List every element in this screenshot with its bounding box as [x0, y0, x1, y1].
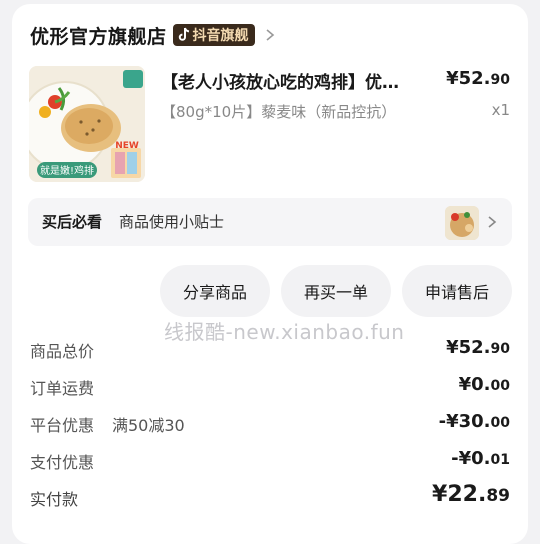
summary-value: -¥0.01 — [451, 448, 510, 469]
discount-rule: 满50减30 — [112, 416, 185, 435]
summary-platform-discount: 平台优惠 满50减30 -¥30.00 — [30, 411, 510, 436]
summary-goods-total: 商品总价 ¥52.90 — [30, 337, 510, 362]
summary-paid-total: 实付款 ¥22.89 — [30, 482, 510, 510]
summary-value: ¥22.89 — [432, 482, 510, 507]
tiktok-logo-icon — [178, 27, 189, 41]
chevron-right-icon[interactable] — [263, 28, 277, 42]
image-new-tag: NEW — [115, 141, 139, 151]
product-title[interactable]: 【老人小孩放心吃的鸡排】优… — [161, 68, 433, 93]
summary-value: ¥0.00 — [458, 374, 510, 395]
summary-value: -¥30.00 — [438, 411, 510, 432]
after-sale-button[interactable]: 申请售后 — [402, 265, 512, 317]
badge-label: 抖音旗舰 — [192, 28, 249, 44]
store-name[interactable]: 优形官方旗舰店 — [30, 22, 167, 49]
product-image[interactable]: 就是嫩!鸡排 NEW — [29, 66, 145, 182]
tips-title: 买后必看 — [42, 213, 103, 231]
tips-thumbnail — [445, 206, 479, 240]
summary-label: 平台优惠 — [30, 416, 95, 435]
product-quantity: x1 — [491, 101, 510, 119]
image-caption: 就是嫩!鸡排 — [40, 164, 94, 177]
tips-description: 商品使用小贴士 — [119, 213, 225, 231]
chevron-right-icon — [488, 216, 497, 228]
product-price: ¥52.90 — [446, 68, 510, 89]
product-spec: 【80g*10片】藜麦味（新品控抗） — [161, 103, 397, 121]
summary-shipping: 订单运费 ¥0.00 — [30, 374, 510, 399]
store-header[interactable]: 优形官方旗舰店 抖音旗舰 — [30, 20, 277, 50]
summary-payment-discount: 支付优惠 -¥0.01 — [30, 448, 510, 473]
summary-value: ¥52.90 — [446, 337, 510, 358]
store-badge: 抖音旗舰 — [172, 24, 255, 46]
share-product-button[interactable]: 分享商品 — [160, 265, 270, 317]
summary-label: 商品总价 — [30, 342, 95, 361]
summary-label: 实付款 — [30, 490, 79, 509]
summary-label: 订单运费 — [30, 379, 95, 398]
rebuy-button[interactable]: 再买一单 — [281, 265, 391, 317]
summary-label: 支付优惠 — [30, 453, 95, 472]
tips-bar[interactable]: 买后必看 商品使用小贴士 — [28, 198, 512, 246]
